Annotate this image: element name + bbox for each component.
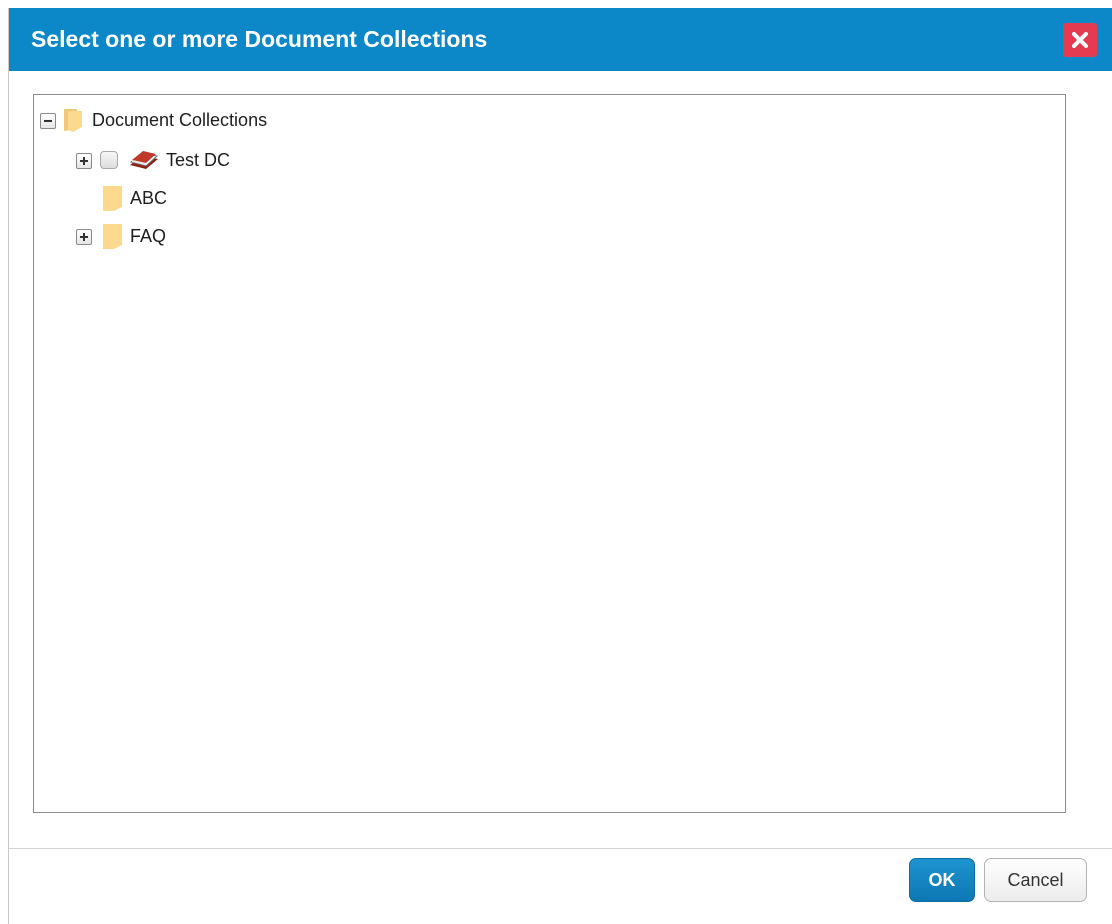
close-button[interactable] [1063, 23, 1097, 57]
tree-node-label[interactable]: FAQ [130, 226, 166, 247]
tree-node-checkbox[interactable] [100, 151, 118, 169]
expand-toggle[interactable] [76, 229, 92, 245]
footer-divider [9, 848, 1112, 849]
books-icon [129, 151, 159, 169]
dialog-title: Select one or more Document Collections [31, 26, 488, 52]
ok-button[interactable]: OK [909, 858, 975, 902]
collapse-toggle[interactable] [40, 113, 56, 129]
expand-toggle[interactable] [76, 153, 92, 169]
tree-node-root[interactable]: Document Collections [40, 107, 340, 133]
folder-icon [103, 186, 122, 211]
tree-node-label[interactable]: Document Collections [92, 110, 267, 131]
tree-node-label[interactable]: Test DC [166, 150, 230, 171]
folder-icon [103, 224, 122, 249]
close-icon [1072, 32, 1088, 48]
tree-panel: Document Collections Test DC ABC FAQ [33, 94, 1066, 813]
folder-open-icon [64, 109, 82, 132]
dialog: Select one or more Document Collections … [8, 8, 1112, 924]
tree-node-label[interactable]: ABC [130, 188, 167, 209]
tree-node-test-dc[interactable]: Test DC [76, 147, 276, 173]
cancel-button[interactable]: Cancel [984, 858, 1087, 902]
tree-node-abc[interactable]: ABC [102, 185, 222, 211]
tree-node-faq[interactable]: FAQ [76, 223, 216, 249]
dialog-titlebar: Select one or more Document Collections [9, 8, 1112, 71]
